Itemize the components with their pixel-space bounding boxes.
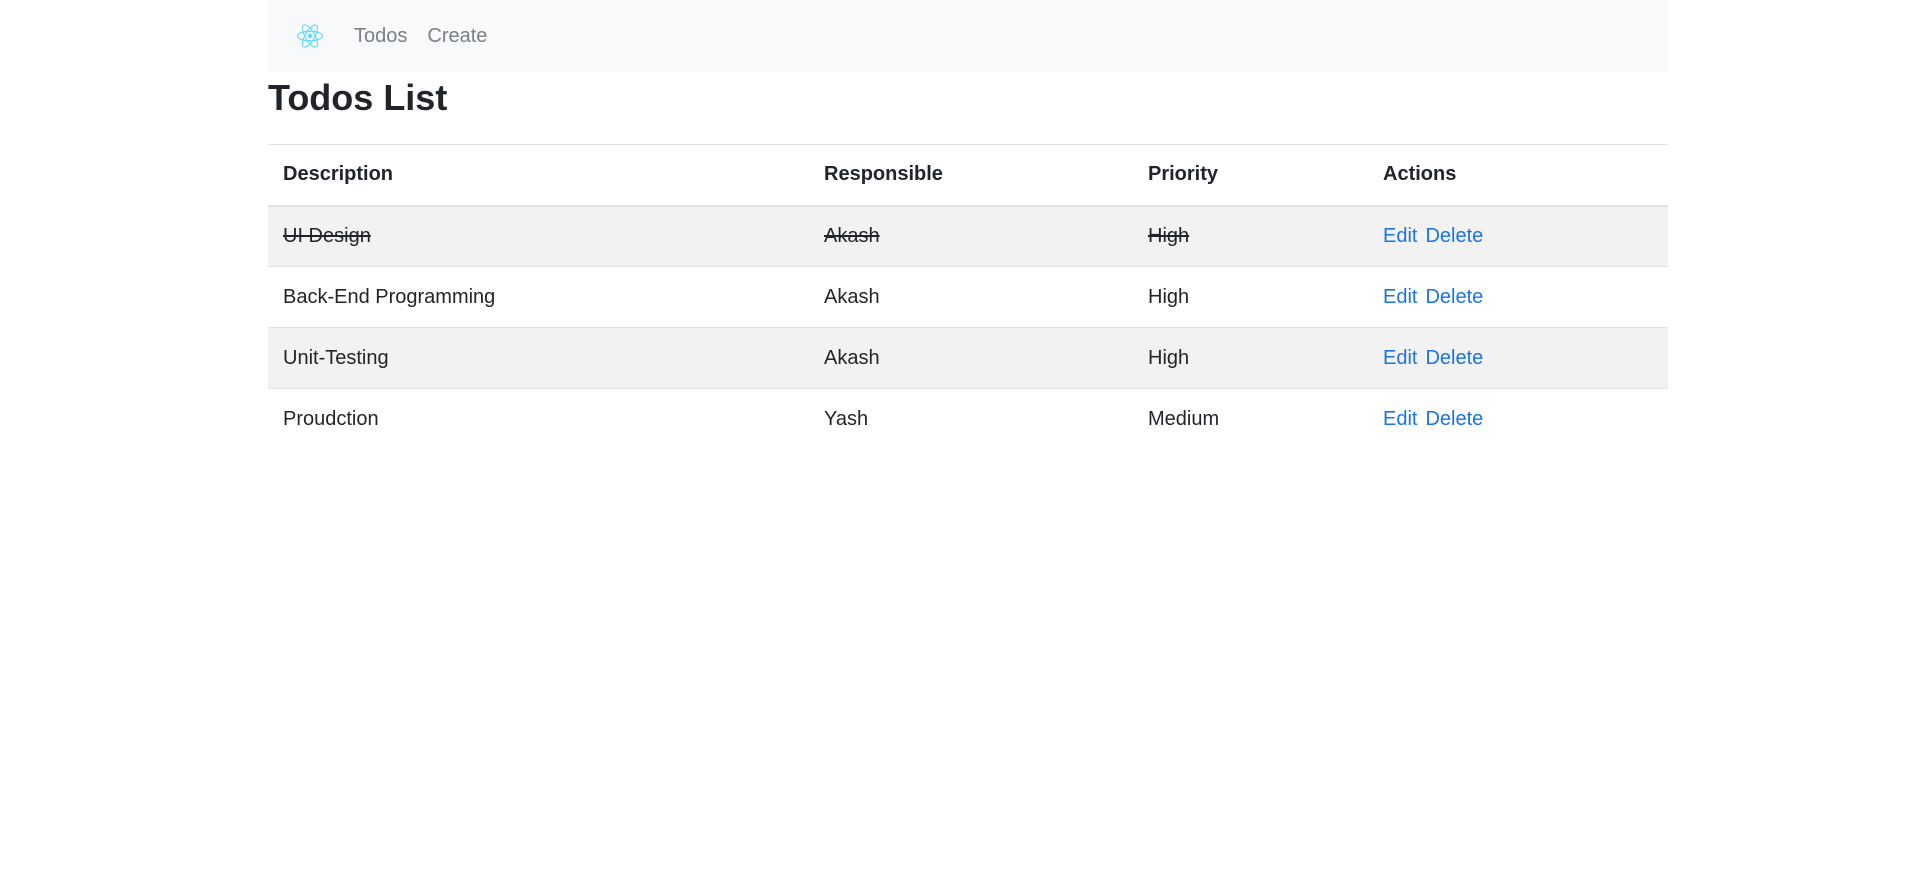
header-priority: Priority — [1133, 144, 1368, 207]
table-row: Back-End Programming Akash High Edit Delete — [268, 266, 1668, 328]
nav-link-todos[interactable]: Todos — [354, 25, 407, 48]
nav-link-create[interactable]: Create — [427, 25, 487, 48]
header-description: Description — [268, 144, 809, 207]
page-title: Todos List — [268, 77, 448, 118]
description-cell: UI Design — [268, 205, 809, 267]
delete-link[interactable]: Delete — [1425, 286, 1483, 308]
header-responsible: Responsible — [809, 144, 1133, 207]
priority-cell: High — [1133, 266, 1368, 328]
table-header-row: Description Responsible Priority Actions — [268, 144, 1668, 207]
actions-cell: Edit Delete — [1368, 327, 1668, 389]
priority-cell: High — [1133, 327, 1368, 389]
brand-logo-link[interactable] — [295, 21, 325, 51]
responsible-cell: Yash — [809, 388, 1133, 450]
responsible-cell: Akash — [809, 327, 1133, 389]
priority-text: High — [1148, 224, 1190, 247]
responsible-cell: Akash — [809, 266, 1133, 328]
description-text: Unit-Testing — [283, 346, 389, 369]
delete-link[interactable]: Delete — [1425, 225, 1483, 247]
table-row: UI Design Akash High Edit Delete — [268, 205, 1668, 267]
responsible-text: Akash — [824, 285, 880, 308]
table-body: UI Design Akash High Edit Delete Back-End Pro… — [268, 205, 1668, 450]
priority-text: Medium — [1148, 407, 1220, 430]
react-logo-icon — [297, 24, 323, 48]
todos-table: Description Responsible Priority Actions… — [268, 144, 1668, 450]
actions-cell: Edit Delete — [1368, 266, 1668, 328]
priority-cell: High — [1133, 205, 1368, 267]
description-text: Back-End Programming — [283, 285, 496, 308]
delete-link[interactable]: Delete — [1425, 408, 1483, 430]
description-cell: Unit-Testing — [268, 327, 809, 389]
app-container: Todos Create Todos List Description Resp… — [268, 0, 1668, 450]
actions-cell: Edit Delete — [1368, 388, 1668, 450]
delete-link[interactable]: Delete — [1425, 347, 1483, 369]
table-row: Proudction Yash Medium Edit Delete — [268, 388, 1668, 450]
edit-link[interactable]: Edit — [1383, 347, 1417, 369]
navbar: Todos Create — [268, 0, 1668, 72]
header-actions: Actions — [1368, 144, 1668, 207]
actions-cell: Edit Delete — [1368, 205, 1668, 267]
description-cell: Back-End Programming — [268, 266, 809, 328]
priority-text: High — [1148, 346, 1190, 369]
edit-link[interactable]: Edit — [1383, 286, 1417, 308]
edit-link[interactable]: Edit — [1383, 408, 1417, 430]
responsible-text: Akash — [824, 346, 880, 369]
description-text: Proudction — [283, 407, 379, 430]
responsible-text: Akash — [824, 224, 880, 247]
table-row: Unit-Testing Akash High Edit Delete — [268, 327, 1668, 389]
responsible-cell: Akash — [809, 205, 1133, 267]
description-cell: Proudction — [268, 388, 809, 450]
priority-text: High — [1148, 285, 1190, 308]
responsible-text: Yash — [824, 407, 869, 430]
priority-cell: Medium — [1133, 388, 1368, 450]
edit-link[interactable]: Edit — [1383, 225, 1417, 247]
description-text: UI Design — [283, 224, 371, 247]
